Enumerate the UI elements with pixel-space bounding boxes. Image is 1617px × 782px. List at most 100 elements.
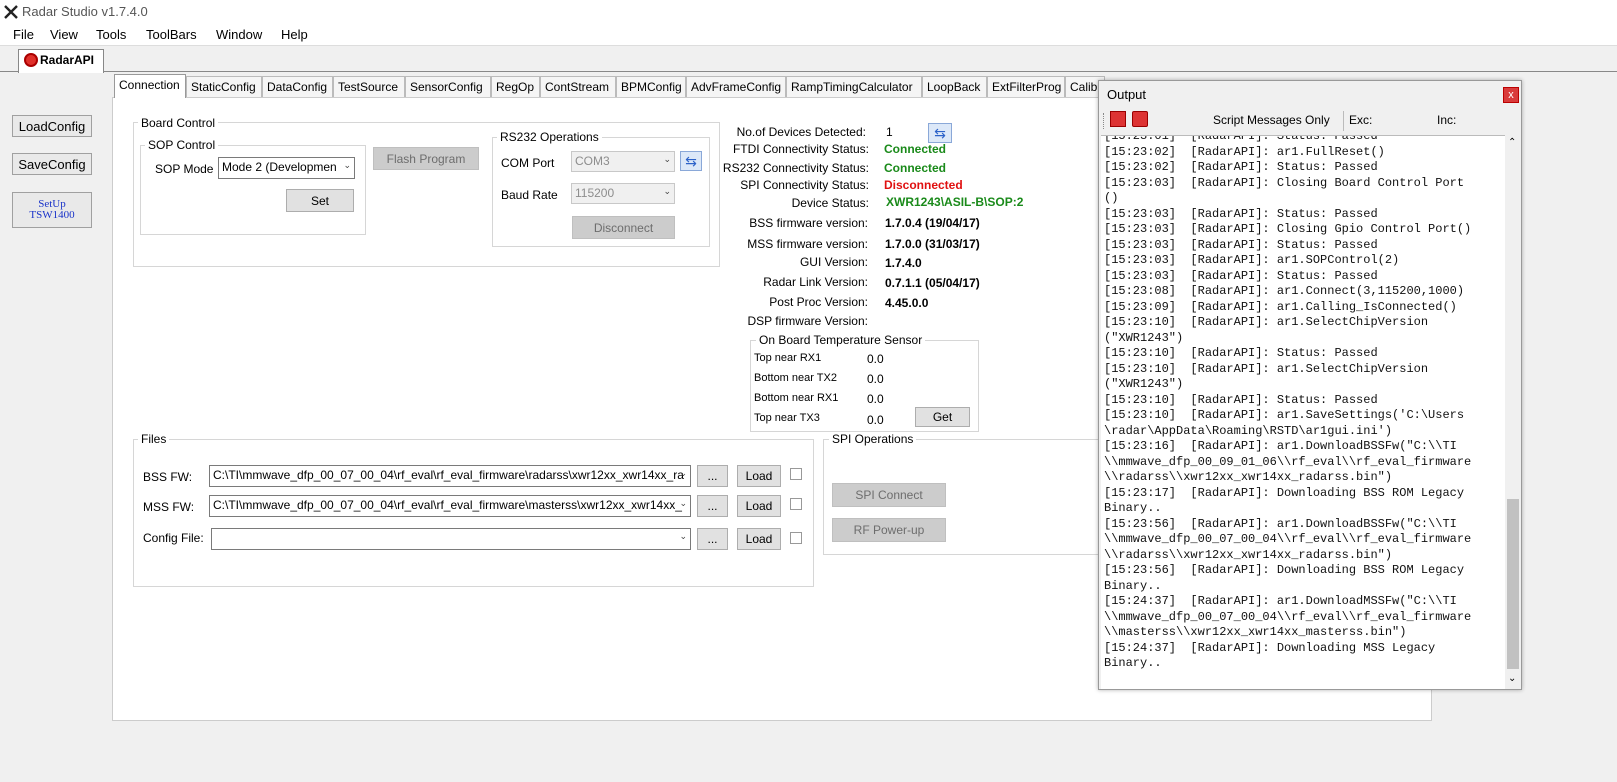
tab-regop[interactable]: RegOp: [491, 76, 540, 97]
log-line: \\mmwave_dfp_00_07_00_04\\rf_eval\\rf_ev…: [1104, 532, 1472, 546]
tab-advframeconfig[interactable]: AdvFrameConfig: [686, 76, 786, 97]
temp-bottom-rx1-value: 0.0: [867, 392, 884, 406]
tab-sensorconfig[interactable]: SensorConfig: [405, 76, 491, 97]
spi-connect-button[interactable]: SPI Connect: [832, 483, 946, 507]
radar-link-version-value: 0.7.1.1 (05/04/17): [885, 276, 980, 290]
mss-load-checkbox[interactable]: [790, 498, 802, 510]
flash-program-button[interactable]: Flash Program: [373, 147, 479, 170]
refresh-com-icon[interactable]: ⇆: [680, 151, 702, 171]
baud-rate-value: 115200: [575, 186, 615, 200]
mss-fw-path-value: C:\TI\mmwave_dfp_00_07_00_04\rf_eval\rf_…: [213, 498, 682, 512]
rs232-title: RS232 Operations: [497, 130, 602, 144]
temp-bottom-tx2-label: Bottom near TX2: [754, 372, 837, 384]
baud-rate-select[interactable]: 115200 ⌄: [571, 183, 675, 204]
rf-powerup-button[interactable]: RF Power-up: [832, 518, 946, 542]
config-file-select[interactable]: ⌄: [211, 528, 691, 550]
gui-version-label: GUI Version:: [799, 255, 868, 269]
bss-load-checkbox[interactable]: [790, 468, 802, 480]
mss-fw-path-select[interactable]: C:\TI\mmwave_dfp_00_07_00_04\rf_eval\rf_…: [209, 495, 691, 517]
refresh-devices-icon[interactable]: ⇆: [928, 123, 952, 143]
temp-top-rx1-label: Top near RX1: [754, 352, 822, 364]
log-line: \\mmwave_dfp_00_09_01_06\\rf_eval\\rf_ev…: [1104, 454, 1472, 469]
scroll-up-icon[interactable]: ⌃: [1508, 137, 1516, 148]
menu-window[interactable]: Window: [216, 27, 262, 42]
gui-version-value: 1.7.4.0: [885, 256, 922, 270]
bss-fw-path-select[interactable]: C:\TI\mmwave_dfp_00_07_00_04\rf_eval\rf_…: [209, 465, 691, 487]
output-scrollbar[interactable]: ⌃ ⌄: [1505, 135, 1521, 689]
log-line: \\radarss\\xwr12xx_xwr14xx_radarss.bin"): [1104, 470, 1393, 484]
chevron-down-icon: ⌄: [343, 160, 351, 170]
log-line: Binary..: [1104, 656, 1162, 670]
menu-tools[interactable]: Tools: [96, 27, 126, 42]
post-proc-version-label: Post Proc Version:: [769, 295, 868, 309]
disconnect-button[interactable]: Disconnect: [572, 216, 675, 239]
config-load-checkbox[interactable]: [790, 532, 802, 544]
chevron-down-icon: ⌄: [663, 154, 671, 164]
tab-contstream[interactable]: ContStream: [540, 76, 616, 97]
output-log[interactable]: [15:23:01] [RadarAPI]: Status: Passed [15…: [1101, 135, 1506, 689]
log-line: [15:23:10] [RadarAPI]: Status: Passed: [1104, 346, 1378, 360]
temp-bottom-rx1-label: Bottom near RX1: [754, 392, 839, 404]
log-line: \\radarss\\xwr12xx_xwr14xx_radarss.bin"): [1104, 547, 1393, 562]
log-line: [15:23:10] [RadarAPI]: Status: Passed: [1104, 392, 1378, 407]
rs232-status-value: Connected: [884, 161, 947, 175]
log-line: [15:23:10] [RadarAPI]: ar1.SelectChipVer…: [1104, 315, 1429, 329]
temp-top-rx1-value: 0.0: [867, 352, 884, 366]
scroll-down-icon[interactable]: ⌄: [1508, 673, 1516, 684]
scrollbar-thumb[interactable]: [1507, 499, 1519, 669]
mss-version-value: 1.7.0.0 (31/03/17): [885, 237, 980, 251]
log-line: [15:23:03] [RadarAPI]: Status: Passed: [1104, 206, 1378, 221]
dsp-version-label: DSP firmware Version:: [747, 314, 869, 328]
log-line: [15:23:10] [RadarAPI]: ar1.SaveSettings(…: [1104, 408, 1465, 422]
config-browse-button[interactable]: ...: [697, 528, 728, 550]
com-port-select[interactable]: COM3 ⌄: [571, 151, 675, 172]
tab-staticconfig[interactable]: StaticConfig: [186, 76, 262, 97]
log-line: [15:23:17] [RadarAPI]: Downloading BSS R…: [1104, 485, 1465, 500]
output-window: Output x Script Messages Only Exc: Inc: …: [1098, 80, 1522, 690]
include-filter-label: Inc:: [1437, 113, 1457, 127]
log-line: [15:23:02] [RadarAPI]: ar1.FullReset(): [1104, 144, 1385, 159]
tab-loopback[interactable]: LoopBack: [922, 76, 987, 97]
toolbar-divider: [1343, 111, 1344, 131]
sop-mode-select[interactable]: Mode 2 (Developmen ⌄: [218, 157, 355, 179]
menu-file[interactable]: File: [13, 27, 34, 42]
mss-load-button[interactable]: Load: [737, 495, 781, 517]
load-config-button[interactable]: LoadConfig: [12, 115, 92, 137]
save-config-button[interactable]: SaveConfig: [12, 153, 92, 175]
tab-testsource[interactable]: TestSource: [333, 76, 405, 97]
log-line: [15:24:37] [RadarAPI]: ar1.DownloadMSSFw…: [1104, 594, 1457, 608]
doc-tab-label: RadarAPI: [40, 53, 95, 67]
info-icon[interactable]: [1132, 111, 1148, 127]
board-control-title: Board Control: [138, 116, 219, 130]
menu-view[interactable]: View: [50, 27, 78, 42]
set-button[interactable]: Set: [286, 189, 354, 212]
spi-operations-title: SPI Operations: [829, 432, 917, 446]
bss-browse-button[interactable]: ...: [697, 465, 728, 487]
close-icon[interactable]: x: [1503, 87, 1519, 103]
bss-fw-path-value: C:\TI\mmwave_dfp_00_07_00_04\rf_eval\rf_…: [213, 468, 684, 482]
rs232-status-label: RS232 Connectivity Status:: [722, 161, 869, 175]
config-load-button[interactable]: Load: [737, 528, 781, 550]
title-bar: [0, 0, 1617, 24]
bss-load-button[interactable]: Load: [737, 465, 781, 487]
log-line: [15:23:56] [RadarAPI]: Downloading BSS R…: [1104, 563, 1465, 577]
tab-connection[interactable]: Connection: [114, 74, 186, 98]
log-line: \\mmwave_dfp_00_07_00_04\\rf_eval\\rf_ev…: [1104, 609, 1472, 624]
setup-label-line2: TSW1400: [29, 209, 75, 221]
log-line: [15:23:03] [RadarAPI]: Status: Passed: [1104, 268, 1378, 283]
get-temperature-button[interactable]: Get: [915, 407, 970, 427]
tab-ramptimingcalculator[interactable]: RampTimingCalculator: [786, 76, 922, 97]
tab-dataconfig[interactable]: DataConfig: [262, 76, 333, 97]
tab-bpmconfig[interactable]: BPMConfig: [616, 76, 686, 97]
mss-browse-button[interactable]: ...: [697, 495, 728, 517]
script-messages-only-label[interactable]: Script Messages Only: [1213, 113, 1330, 127]
temperature-sensor-title: On Board Temperature Sensor: [756, 333, 926, 347]
clear-output-icon[interactable]: [1110, 111, 1126, 127]
tab-extfilterprog[interactable]: ExtFilterProg: [987, 76, 1065, 97]
sop-mode-value: Mode 2 (Developmen: [222, 160, 337, 174]
menu-help[interactable]: Help: [281, 27, 308, 42]
menu-toolbars[interactable]: ToolBars: [146, 27, 197, 42]
device-status-label: Device Status:: [791, 196, 869, 210]
setup-tsw1400-button[interactable]: SetUp TSW1400: [12, 192, 92, 228]
log-line: \radar\AppData\Roaming\RSTD\ar1gui.ini'): [1104, 423, 1393, 438]
